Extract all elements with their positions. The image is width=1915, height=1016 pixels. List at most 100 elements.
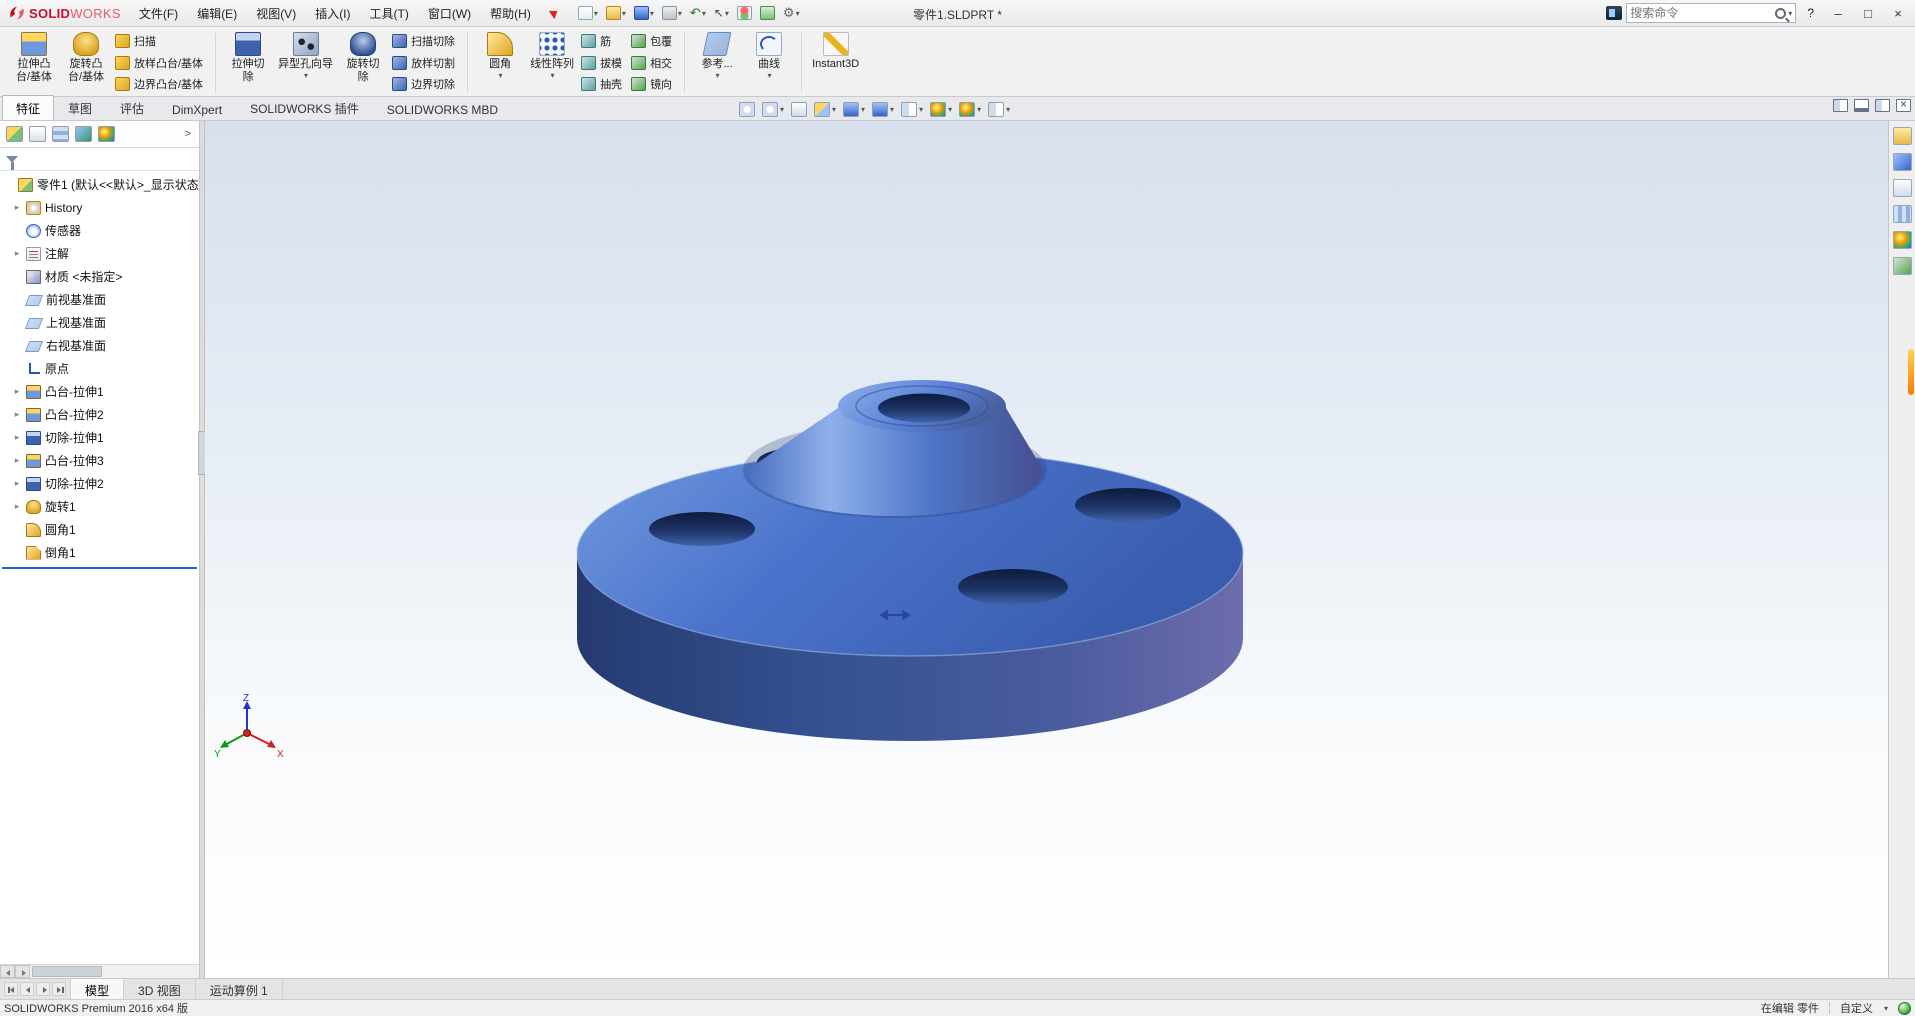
flange-model[interactable] xyxy=(205,121,1888,978)
revolved-cut-button[interactable]: 旋转切 除 xyxy=(337,29,389,96)
tab-model[interactable]: 模型 xyxy=(71,979,124,999)
shell-button[interactable]: 抽壳 xyxy=(578,75,628,93)
tree-item-sensors[interactable]: 传感器 xyxy=(0,219,199,242)
intersect-button[interactable]: 相交 xyxy=(628,54,678,72)
scroll-left-icon[interactable] xyxy=(0,965,15,978)
tree-item-boss-extrude2[interactable]: ▸ 凸台-拉伸2 xyxy=(0,403,199,426)
tree-item-top-plane[interactable]: 上视基准面 xyxy=(0,311,199,334)
tab-3d-views[interactable]: 3D 视图 xyxy=(124,979,196,999)
property-manager-tab-icon[interactable] xyxy=(29,126,46,142)
view-orientation-button[interactable]: ▾ xyxy=(841,101,867,118)
instant3d-button[interactable]: Instant3D xyxy=(808,29,863,96)
draft-button[interactable]: 拔模 xyxy=(578,54,628,72)
select-button[interactable]: ↖▾ xyxy=(711,4,732,22)
tree-item-history[interactable]: ▸ History xyxy=(0,196,199,219)
file-explorer-icon[interactable] xyxy=(1893,179,1912,197)
bolt-hole[interactable] xyxy=(1075,488,1181,522)
expander-icon[interactable]: ▸ xyxy=(12,386,22,397)
zoom-fit-button[interactable] xyxy=(737,101,757,118)
reference-geometry-button[interactable]: 参考... ▾ xyxy=(691,29,743,96)
tree-item-fillet1[interactable]: 圆角1 xyxy=(0,518,199,541)
rib-button[interactable]: 筋 xyxy=(578,32,628,50)
boundary-boss-button[interactable]: 边界凸台/基体 xyxy=(112,75,209,93)
tree-item-material[interactable]: 材质 <未指定> xyxy=(0,265,199,288)
bolt-hole[interactable] xyxy=(958,569,1068,605)
lofted-boss-button[interactable]: 放样凸台/基体 xyxy=(112,54,209,72)
file-properties-button[interactable] xyxy=(757,4,778,22)
linear-pattern-button[interactable]: 线性阵列 ▾ xyxy=(526,29,578,96)
hide-show-items-button[interactable]: ▾ xyxy=(899,101,925,118)
extruded-cut-button[interactable]: 拉伸切 除 xyxy=(222,29,274,96)
tab-addins[interactable]: SOLIDWORKS 插件 xyxy=(236,95,373,120)
minimize-button[interactable]: – xyxy=(1825,3,1851,24)
menu-file[interactable]: 文件(F) xyxy=(130,1,187,26)
collaborate-icon[interactable] xyxy=(1606,6,1622,20)
save-button[interactable]: ▾ xyxy=(631,4,657,22)
close-button[interactable]: × xyxy=(1885,3,1911,24)
split-pane-icon[interactable] xyxy=(1833,99,1848,112)
scroll-thumb[interactable] xyxy=(32,966,102,977)
display-style-button[interactable]: ▾ xyxy=(870,101,896,118)
close-pane-icon[interactable] xyxy=(1896,99,1911,112)
custom-properties-icon[interactable] xyxy=(1893,257,1912,275)
tab-features[interactable]: 特征 xyxy=(2,95,54,120)
tree-item-boss-extrude1[interactable]: ▸ 凸台-拉伸1 xyxy=(0,380,199,403)
feature-tree-tab-icon[interactable] xyxy=(6,126,23,142)
tree-item-boss-extrude3[interactable]: ▸ 凸台-拉伸3 xyxy=(0,449,199,472)
section-view-button[interactable]: ▾ xyxy=(812,101,838,118)
tree-item-revolve1[interactable]: ▸ 旋转1 xyxy=(0,495,199,518)
tree-filter-bar[interactable] xyxy=(0,148,199,171)
expander-icon[interactable]: ▸ xyxy=(12,432,22,443)
wrap-button[interactable]: 包覆 xyxy=(628,32,678,50)
rollback-bar[interactable] xyxy=(2,567,197,569)
previous-tab-icon[interactable] xyxy=(20,982,34,996)
tree-root-part[interactable]: 零件1 (默认<<默认>_显示状态 xyxy=(0,173,199,196)
design-library-icon[interactable] xyxy=(1893,153,1912,171)
undo-button[interactable]: ↶▾ xyxy=(687,4,709,22)
configuration-manager-tab-icon[interactable] xyxy=(52,126,69,142)
new-file-button[interactable]: ▾ xyxy=(575,4,601,22)
revolved-boss-base-button[interactable]: 旋转凸 台/基体 xyxy=(60,29,112,96)
restore-pane-icon[interactable] xyxy=(1875,99,1890,112)
apply-scene-button[interactable]: ▾ xyxy=(957,101,983,118)
fillet-button[interactable]: 圆角 ▾ xyxy=(474,29,526,96)
expander-icon[interactable]: ▸ xyxy=(12,501,22,512)
swept-boss-button[interactable]: 扫描 xyxy=(112,32,209,50)
tree-item-right-plane[interactable]: 右视基准面 xyxy=(0,334,199,357)
tree-item-cut-extrude1[interactable]: ▸ 切除-拉伸1 xyxy=(0,426,199,449)
print-button[interactable]: ▾ xyxy=(659,4,685,22)
tree-item-annotations[interactable]: ▸ 注解 xyxy=(0,242,199,265)
swept-cut-button[interactable]: 扫描切除 xyxy=(389,32,461,50)
scroll-right-icon[interactable] xyxy=(15,965,30,978)
first-tab-icon[interactable] xyxy=(4,982,18,996)
menu-tools[interactable]: 工具(T) xyxy=(361,1,418,26)
edit-appearance-button[interactable]: ▾ xyxy=(928,101,954,118)
tree-item-chamfer1[interactable]: 倒角1 xyxy=(0,541,199,564)
center-bore-hole[interactable] xyxy=(878,394,970,423)
menu-edit[interactable]: 编辑(E) xyxy=(188,1,246,26)
menu-insert[interactable]: 插入(I) xyxy=(306,1,359,26)
extruded-boss-base-button[interactable]: 拉伸凸 台/基体 xyxy=(8,29,60,96)
expander-icon[interactable]: ▸ xyxy=(12,455,22,466)
tab-motion-study[interactable]: 运动算例 1 xyxy=(196,979,283,999)
tab-mbd[interactable]: SOLIDWORKS MBD xyxy=(373,98,512,120)
hole-wizard-button[interactable]: 异型孔向导 ▾ xyxy=(274,29,337,96)
search-icon[interactable] xyxy=(1775,8,1786,19)
expander-icon[interactable]: ▸ xyxy=(12,409,22,420)
display-manager-tab-icon[interactable] xyxy=(98,126,115,142)
rebuild-button[interactable] xyxy=(734,4,755,22)
tree-item-front-plane[interactable]: 前视基准面 xyxy=(0,288,199,311)
tab-dimxpert[interactable]: DimXpert xyxy=(158,98,236,120)
panel-tabs-chevron-icon[interactable]: > xyxy=(183,128,193,140)
tab-sketch[interactable]: 草图 xyxy=(54,95,106,120)
tree-item-cut-extrude2[interactable]: ▸ 切除-拉伸2 xyxy=(0,472,199,495)
tab-evaluate[interactable]: 评估 xyxy=(106,95,158,120)
resources-home-icon[interactable] xyxy=(1893,127,1912,145)
tree-item-origin[interactable]: 原点 xyxy=(0,357,199,380)
view-settings-button[interactable]: ▾ xyxy=(986,101,1012,118)
mirror-button[interactable]: 镜向 xyxy=(628,75,678,93)
lofted-cut-button[interactable]: 放样切割 xyxy=(389,54,461,72)
help-button[interactable]: ? xyxy=(1800,4,1821,22)
menu-help[interactable]: 帮助(H) xyxy=(481,1,540,26)
expander-icon[interactable]: ▸ xyxy=(12,248,22,259)
